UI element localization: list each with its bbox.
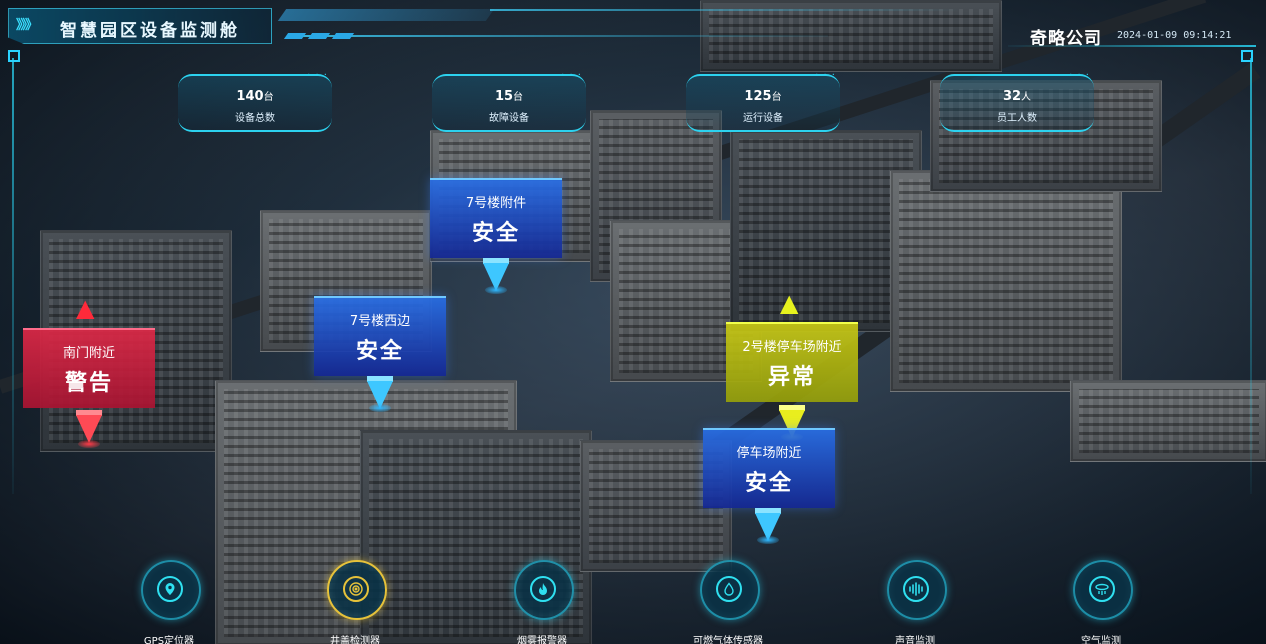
frame-corner-right — [1241, 50, 1253, 62]
marker-status: 安全 — [471, 221, 520, 246]
flame-icon — [530, 576, 556, 602]
header-deco-dash — [331, 33, 355, 39]
marker-location: 停车场附近 — [736, 446, 802, 461]
stat-label: 运行设备 — [743, 113, 783, 124]
warning-triangle-icon: ▲ — [76, 294, 95, 322]
gas-drop-icon — [716, 576, 742, 602]
header-deco-dash — [283, 33, 307, 39]
stat-label: 故障设备 — [489, 113, 529, 124]
tool-label: GPS定位器 — [143, 636, 195, 644]
header-deco-dash — [307, 33, 331, 39]
tool-gps-locator[interactable]: GPS定位器 — [114, 560, 224, 644]
stat-faulty-devices: · · · 15台 故障设备 — [432, 70, 586, 132]
stat-value: 140台 — [236, 89, 274, 104]
tool-label: 可燃气体传感器 — [693, 636, 763, 644]
stat-value: 125台 — [744, 89, 782, 104]
stat-label: 设备总数 — [235, 113, 275, 124]
marker-card-building7-annex[interactable]: 7号楼附件 安全 — [430, 178, 562, 258]
marker-pin-base — [757, 536, 779, 544]
stat-dots: · · · — [815, 70, 836, 81]
triple-chevron-icon: 》》》 — [16, 18, 38, 33]
tool-smoke-alarm[interactable]: 烟雾报警器 — [487, 560, 597, 644]
tool-label: 声音监测 — [895, 636, 935, 644]
stat-employees: · · · 32人 员工人数 — [940, 70, 1094, 132]
marker-status: 异常 — [767, 365, 816, 390]
marker-card-south-gate[interactable]: 南门附近 警告 — [23, 328, 155, 408]
marker-pin-base — [485, 286, 507, 294]
marker-pin-base — [78, 440, 100, 448]
marker-pin-base — [369, 404, 391, 412]
marker-location: 7号楼西边 — [349, 314, 411, 329]
air-sensor-icon — [1089, 576, 1115, 602]
header-deco-line — [288, 35, 828, 37]
stat-dots: · · · — [561, 70, 582, 81]
marker-status: 安全 — [744, 471, 793, 496]
stat-dots: · · · — [307, 70, 328, 81]
stat-label: 员工人数 — [997, 113, 1037, 124]
marker-card-building7-west[interactable]: 7号楼西边 安全 — [314, 296, 446, 376]
manhole-target-icon — [343, 576, 369, 602]
stat-value: 32人 — [1002, 89, 1032, 104]
datetime: 2024-01-09 09:14:21 — [1117, 30, 1232, 41]
stat-running-devices: · · · 125台 运行设备 — [686, 70, 840, 132]
header: 》》》 智慧园区设备监测舱 奇略公司 2024-01-09 09:14:21 — [0, 0, 1266, 49]
header-deco-line-top — [490, 9, 960, 11]
marker-status: 安全 — [355, 339, 404, 364]
tool-label: 空气监测 — [1081, 636, 1121, 644]
red-gem-pin-icon[interactable] — [76, 415, 102, 443]
marker-card-building2-parking[interactable]: 2号楼停车场附近 异常 — [726, 322, 858, 402]
marker-location: 7号楼附件 — [465, 196, 527, 211]
marker-location: 2号楼停车场附近 — [742, 340, 842, 355]
stat-dots: · · · — [1069, 70, 1090, 81]
tool-label: 井盖检测器 — [330, 636, 380, 644]
header-deco-bar — [277, 9, 495, 21]
header-right-line — [1008, 45, 1256, 47]
stat-value: 15台 — [494, 89, 524, 104]
tool-label: 烟雾报警器 — [517, 636, 567, 644]
frame-corner-left — [8, 50, 20, 62]
stat-total-devices: · · · 140台 设备总数 — [178, 70, 332, 132]
monitoring-screen: 》》》 智慧园区设备监测舱 奇略公司 2024-01-09 09:14:21 ·… — [0, 0, 1266, 644]
tool-gas-sensor[interactable]: 可燃气体传感器 — [673, 560, 783, 644]
location-pin-icon — [157, 576, 183, 602]
marker-card-parking[interactable]: 停车场附近 安全 — [703, 428, 835, 508]
page-title: 智慧园区设备监测舱 — [60, 21, 240, 41]
caution-triangle-icon: ▲ — [780, 289, 799, 317]
frame-left-line — [12, 58, 14, 494]
sound-wave-icon — [903, 576, 929, 602]
marker-status: 警告 — [64, 371, 113, 396]
tool-manhole-detector[interactable]: 井盖检测器 — [300, 560, 410, 644]
tool-sound-monitor[interactable]: 声音监测 — [860, 560, 970, 644]
marker-location: 南门附近 — [62, 346, 115, 361]
frame-right-line — [1250, 58, 1252, 494]
tool-air-monitor[interactable]: 空气监测 — [1046, 560, 1156, 644]
